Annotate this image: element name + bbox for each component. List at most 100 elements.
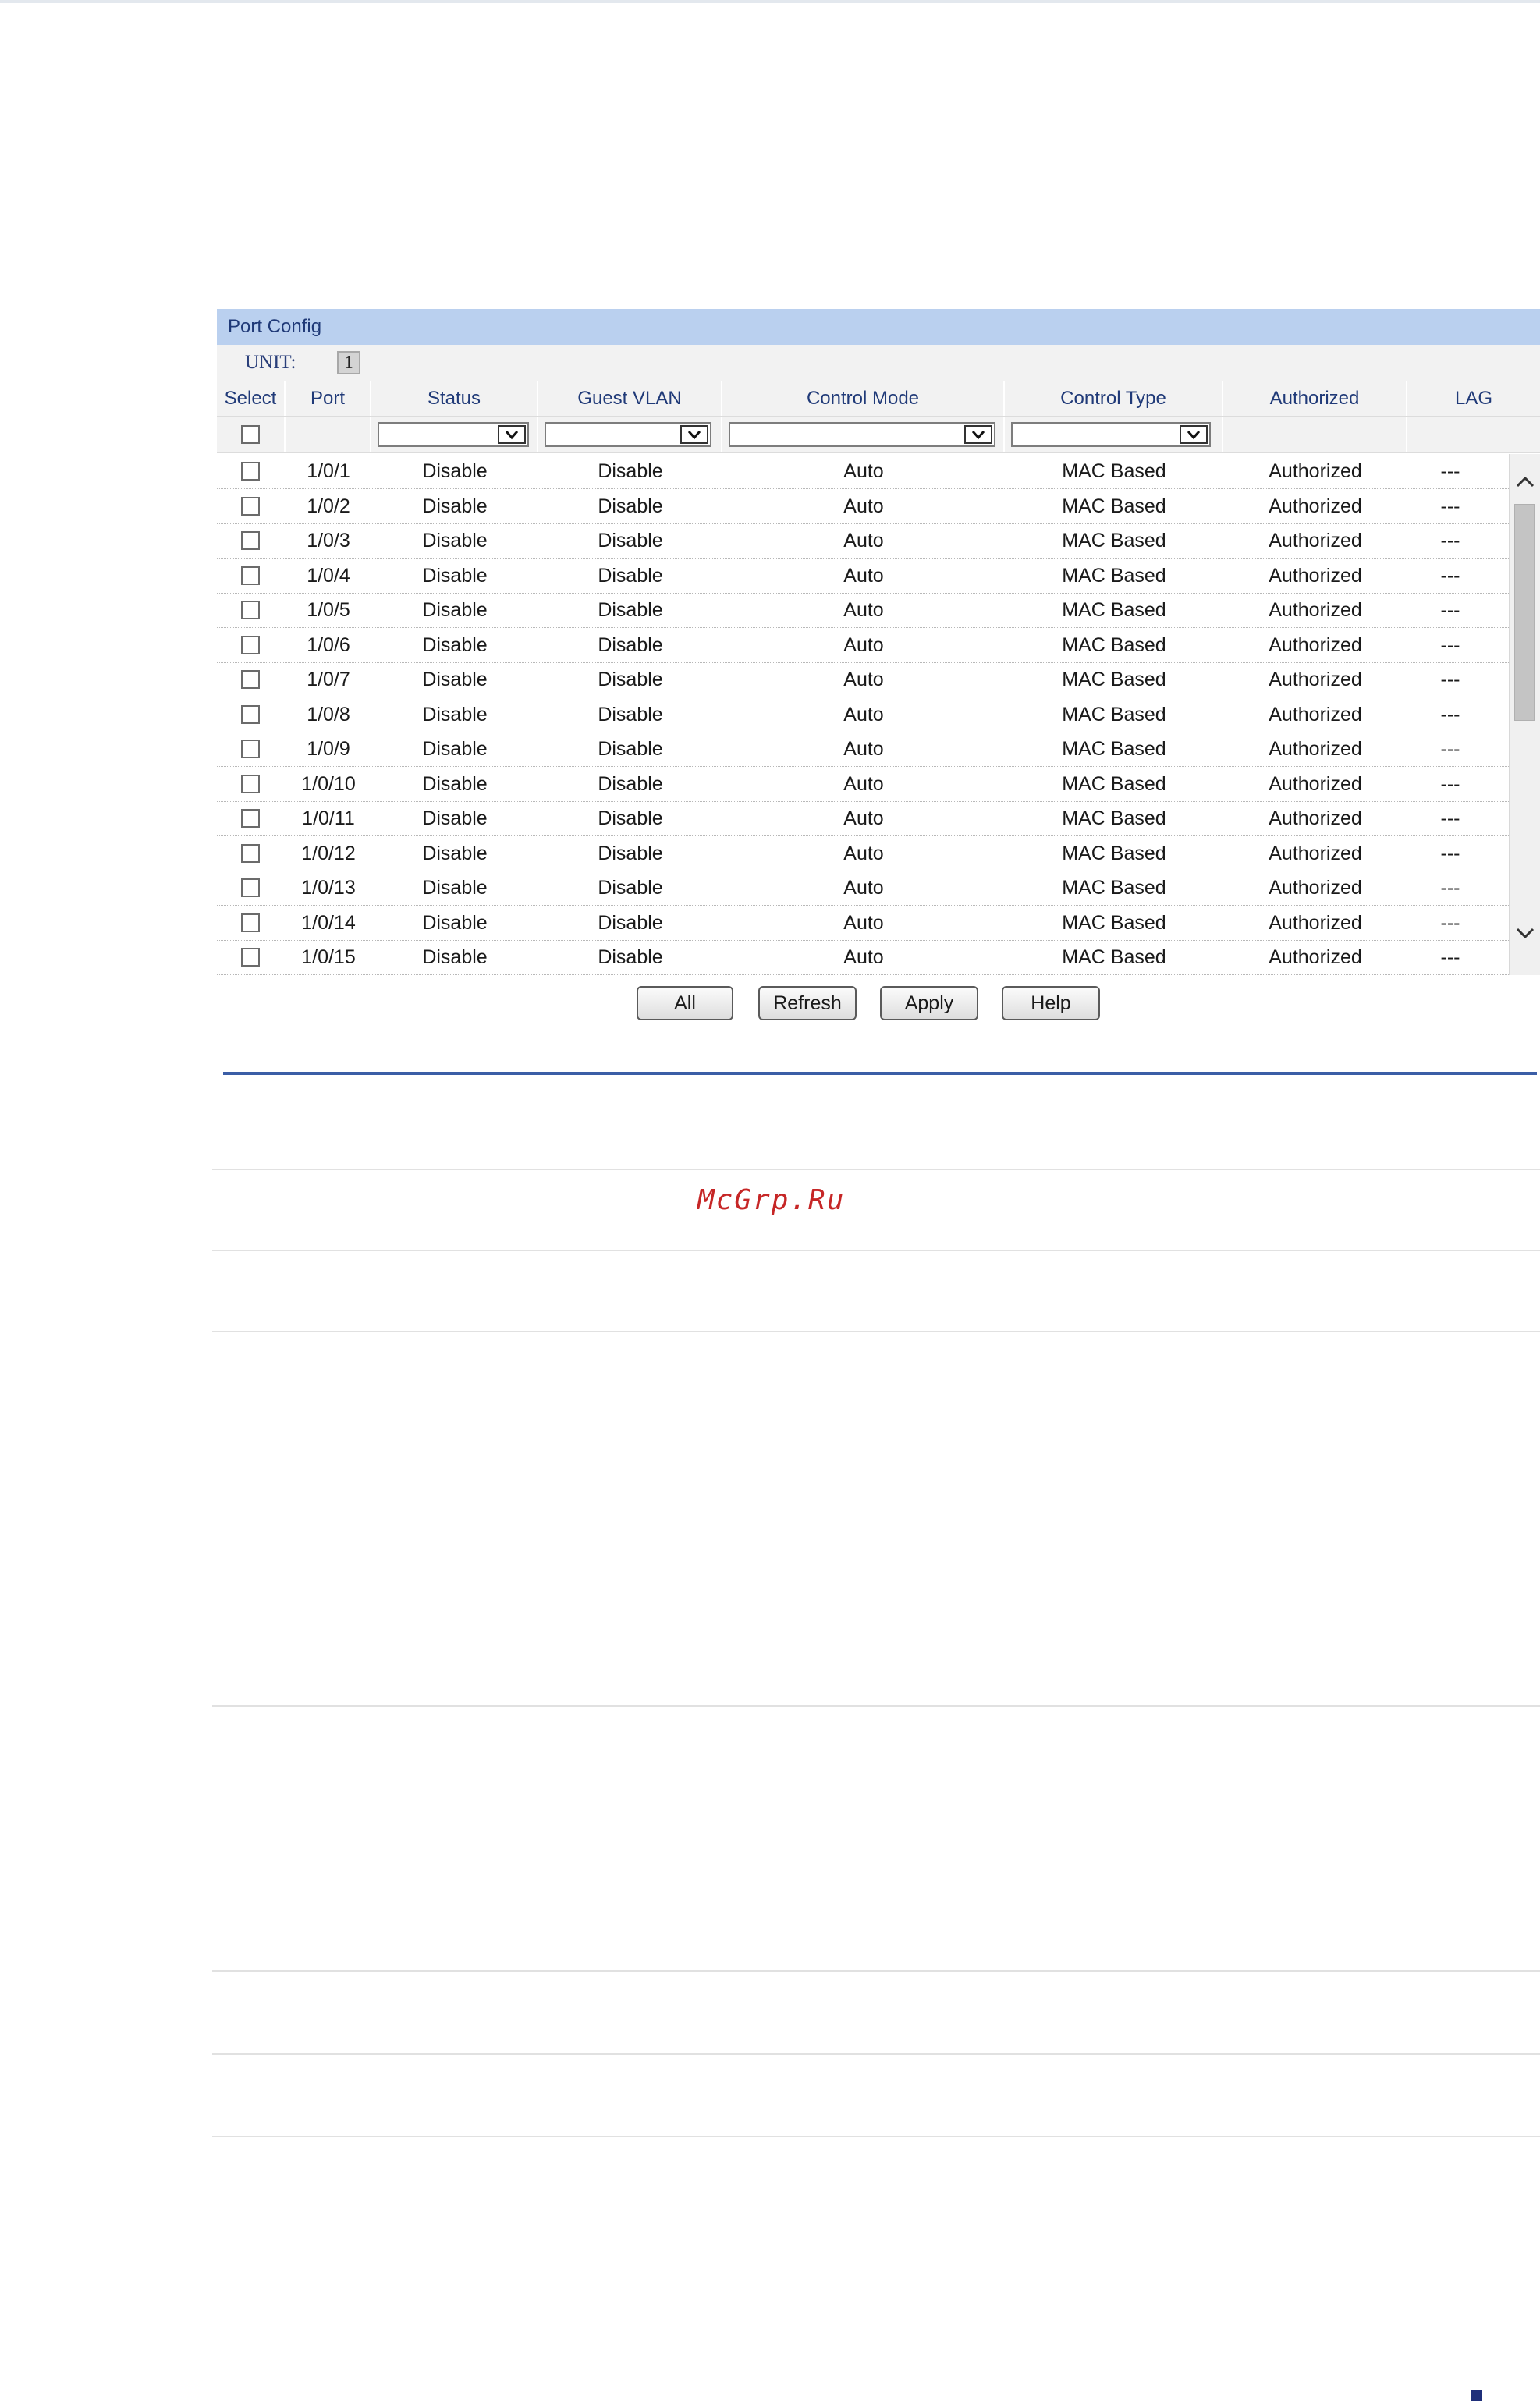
- row-select-checkbox[interactable]: [241, 948, 260, 967]
- column-header-control-mode: Control Mode: [722, 381, 1005, 416]
- control-mode-cell: Auto: [843, 738, 884, 760]
- control-type-cell: MAC Based: [1062, 564, 1166, 587]
- port-cell: 1/0/2: [307, 495, 350, 517]
- guest-vlan-cell: Disable: [598, 599, 663, 621]
- select-all-checkbox[interactable]: [241, 425, 260, 444]
- guest-vlan-cell: Disable: [598, 807, 663, 829]
- table-row[interactable]: 1/0/2 Disable Disable Auto MAC Based Authoriz…: [217, 489, 1509, 524]
- guest-vlan-cell: Disable: [598, 738, 663, 760]
- control-type-cell: MAC Based: [1062, 669, 1166, 690]
- row-select-checkbox[interactable]: [241, 531, 260, 550]
- help-button[interactable]: Help: [1002, 986, 1100, 1020]
- status-cell: Disable: [422, 564, 488, 587]
- guest-vlan-cell: Disable: [598, 772, 663, 795]
- panel-title: Port Config: [217, 309, 1540, 345]
- control-mode-filter-cell: [722, 417, 1005, 452]
- status-cell: Disable: [422, 530, 488, 552]
- row-select-checkbox[interactable]: [241, 809, 260, 828]
- table-row[interactable]: 1/0/4 Disable Disable Auto MAC Based Authoriz…: [217, 559, 1509, 594]
- authorized-cell: Authorized: [1269, 633, 1362, 656]
- status-select[interactable]: [378, 422, 529, 447]
- authorized-cell: Authorized: [1269, 842, 1362, 864]
- divider-line: [212, 1250, 1540, 1251]
- column-header-control-type: Control Type: [1005, 381, 1223, 416]
- chevron-down-icon: [498, 425, 526, 444]
- status-cell: Disable: [422, 772, 488, 795]
- control-type-cell: MAC Based: [1062, 599, 1166, 621]
- port-table-body: 1/0/1 Disable Disable Auto MAC Based Authoriz…: [217, 454, 1540, 975]
- guest-vlan-cell: Disable: [598, 530, 663, 552]
- port-cell: 1/0/5: [307, 599, 350, 621]
- table-row[interactable]: 1/0/8 Disable Disable Auto MAC Based Authoriz…: [217, 697, 1509, 732]
- chevron-down-icon: [680, 425, 708, 444]
- apply-button[interactable]: Apply: [880, 986, 978, 1020]
- guest-vlan-cell: Disable: [598, 946, 663, 968]
- table-row[interactable]: 1/0/10 Disable Disable Auto MAC Based Authori…: [217, 767, 1509, 802]
- table-row[interactable]: 1/0/1 Disable Disable Auto MAC Based Authoriz…: [217, 454, 1509, 489]
- row-select-checkbox[interactable]: [241, 774, 260, 793]
- unit-button[interactable]: 1: [337, 351, 360, 374]
- table-row[interactable]: 1/0/6 Disable Disable Auto MAC Based Authoriz…: [217, 628, 1509, 663]
- chevron-up-icon[interactable]: [1514, 471, 1536, 493]
- control-type-select[interactable]: [1011, 422, 1211, 447]
- all-button[interactable]: All: [637, 986, 733, 1020]
- guest-vlan-cell: Disable: [598, 842, 663, 864]
- port-cell: 1/0/13: [301, 877, 356, 899]
- port-cell: 1/0/15: [301, 946, 356, 968]
- table-row[interactable]: 1/0/14 Disable Disable Auto MAC Based Authori…: [217, 906, 1509, 941]
- row-select-checkbox[interactable]: [241, 566, 260, 585]
- control-type-cell: MAC Based: [1062, 633, 1166, 656]
- table-row[interactable]: 1/0/3 Disable Disable Auto MAC Based Authoriz…: [217, 523, 1509, 559]
- port-cell: 1/0/11: [302, 807, 355, 829]
- row-select-checkbox[interactable]: [241, 601, 260, 619]
- lag-cell: ---: [1440, 633, 1460, 656]
- table-row[interactable]: 1/0/9 Disable Disable Auto MAC Based Authoriz…: [217, 732, 1509, 767]
- row-select-checkbox[interactable]: [241, 843, 260, 863]
- status-cell: Disable: [422, 911, 488, 934]
- scrollbar-thumb[interactable]: [1514, 504, 1535, 721]
- chevron-down-icon[interactable]: [1514, 922, 1536, 944]
- port-filter-cell: [286, 417, 371, 452]
- column-header-select: Select: [217, 381, 286, 416]
- port-cell: 1/0/9: [307, 738, 350, 760]
- guest-vlan-cell: Disable: [598, 669, 663, 690]
- unit-row: UNIT: 1: [217, 345, 1540, 381]
- authorized-cell: Authorized: [1269, 946, 1362, 968]
- table-row[interactable]: 1/0/15 Disable Disable Auto MAC Based Authori…: [217, 940, 1509, 975]
- divider-line: [212, 1970, 1540, 1972]
- guest-vlan-cell: Disable: [598, 460, 663, 482]
- authorized-filter-cell: [1223, 417, 1407, 452]
- control-type-cell: MAC Based: [1062, 807, 1166, 829]
- column-header-lag: LAG: [1454, 388, 1493, 409]
- table-row[interactable]: 1/0/12 Disable Disable Auto MAC Based Authori…: [217, 836, 1509, 871]
- row-select-checkbox[interactable]: [241, 635, 260, 654]
- row-select-checkbox[interactable]: [241, 462, 260, 481]
- lag-cell: ---: [1440, 703, 1460, 725]
- control-mode-cell: Auto: [843, 703, 884, 725]
- status-cell: Disable: [422, 599, 488, 621]
- lag-cell: ---: [1440, 738, 1460, 760]
- row-select-checkbox[interactable]: [241, 913, 260, 932]
- control-mode-select[interactable]: [729, 422, 995, 447]
- divider-line: [212, 1705, 1540, 1707]
- table-row[interactable]: 1/0/7 Disable Disable Auto MAC Based Authoriz…: [217, 662, 1509, 697]
- port-cell: 1/0/12: [301, 842, 356, 864]
- table-row[interactable]: 1/0/13 Disable Disable Auto MAC Based Authori…: [217, 871, 1509, 906]
- guest-vlan-select[interactable]: [545, 422, 711, 447]
- unit-label: UNIT:: [245, 352, 296, 373]
- row-select-checkbox[interactable]: [241, 670, 260, 689]
- table-scrollbar[interactable]: [1509, 454, 1540, 975]
- authorized-cell: Authorized: [1269, 530, 1362, 552]
- page-marker: [1471, 2390, 1482, 2401]
- port-config-panel: Port Config UNIT: 1 Select Port Status G…: [217, 309, 1540, 1034]
- lag-cell: ---: [1440, 807, 1460, 829]
- control-type-cell: MAC Based: [1062, 772, 1166, 795]
- row-select-checkbox[interactable]: [241, 704, 260, 724]
- row-select-checkbox[interactable]: [241, 496, 260, 516]
- row-select-checkbox[interactable]: [241, 740, 260, 758]
- lag-cell: ---: [1440, 530, 1460, 552]
- row-select-checkbox[interactable]: [241, 878, 260, 897]
- table-row[interactable]: 1/0/11 Disable Disable Auto MAC Based Authori…: [217, 801, 1509, 836]
- refresh-button[interactable]: Refresh: [758, 986, 857, 1020]
- table-row[interactable]: 1/0/5 Disable Disable Auto MAC Based Authoriz…: [217, 593, 1509, 628]
